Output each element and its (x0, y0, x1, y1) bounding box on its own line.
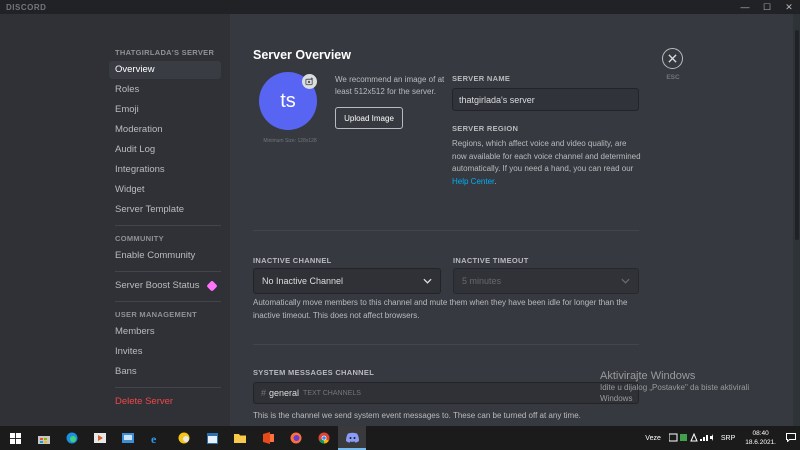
system-channel-category: TEXT CHANNELS (303, 389, 361, 397)
system-channel-help: This is the channel we send system event… (253, 411, 581, 420)
calendar-icon[interactable] (198, 426, 226, 450)
close-icon (668, 54, 677, 63)
weather-icon[interactable] (170, 426, 198, 450)
notification-icon[interactable] (786, 432, 796, 444)
close-settings-button[interactable] (662, 48, 683, 69)
server-name-input[interactable]: thatgirlada's server (452, 88, 639, 111)
sidebar-header-community: COMMUNITY (115, 234, 164, 243)
inactive-channel-label: INACTIVE CHANNEL (253, 256, 332, 265)
minimize-button[interactable]: — (734, 0, 756, 14)
taskbar: e Veze SRP 08:40 18.6.2021. (0, 426, 800, 450)
tray-icons[interactable] (668, 432, 713, 444)
hash-icon: # (261, 388, 267, 398)
inactive-timeout-label: INACTIVE TIMEOUT (453, 256, 529, 265)
chevron-down-icon (423, 278, 432, 284)
sidebar-item-members[interactable]: Members (109, 323, 221, 341)
inactive-channel-select[interactable]: No Inactive Channel (253, 268, 441, 294)
start-button[interactable] (0, 426, 30, 450)
region-description: Regions, which affect voice and video qu… (452, 139, 641, 173)
title-bar: DISCORD — ☐ ✕ (0, 0, 800, 14)
svg-text:e: e (151, 432, 157, 444)
system-channel-select[interactable]: # general TEXT CHANNELS (253, 382, 639, 404)
media-player-icon[interactable] (86, 426, 114, 450)
minimum-size-note: Minimum Size: 128x128 (263, 138, 317, 144)
sidebar-item-overview[interactable]: Overview (109, 61, 221, 79)
sidebar-item-delete-server[interactable]: Delete Server (109, 393, 221, 411)
sidebar-item-enable-community[interactable]: Enable Community (109, 247, 221, 265)
chevron-down-icon (621, 278, 630, 284)
watermark-title: Aktivirajte Windows (600, 370, 696, 382)
help-center-suffix: . (494, 176, 497, 186)
app-title: DISCORD (6, 2, 47, 12)
sidebar-header-server: THATGIRLADA'S SERVER (115, 48, 215, 57)
chrome-icon[interactable] (310, 426, 338, 450)
watermark-text: Idite u dijalog „Postavke" da biste akti… (600, 383, 750, 403)
internet-explorer-icon[interactable]: e (142, 426, 170, 450)
windows-activation-watermark: Aktivirajte Windows Idite u dijalog „Pos… (600, 370, 780, 404)
network-label[interactable]: Veze (645, 435, 661, 442)
sidebar-item-bans[interactable]: Bans (109, 363, 221, 381)
sidebar-item-server-boost-status[interactable]: Server Boost Status (109, 277, 221, 295)
sidebar-item-roles[interactable]: Roles (109, 81, 221, 99)
sidebar-item-integrations[interactable]: Integrations (109, 161, 221, 179)
sidebar-item-audit-log[interactable]: Audit Log (109, 141, 221, 159)
clock-time: 08:40 (752, 430, 769, 437)
close-window-button[interactable]: ✕ (778, 0, 800, 14)
settings-sidebar: THATGIRLADA'S SERVER Overview Roles Emoj… (0, 14, 230, 426)
firefox-icon[interactable] (282, 426, 310, 450)
scrollbar-thumb[interactable] (795, 30, 799, 240)
sidebar-item-server-template[interactable]: Server Template (109, 201, 221, 219)
window-controls: — ☐ ✕ (734, 0, 800, 14)
section-divider (253, 344, 639, 345)
discord-taskbar-icon[interactable] (338, 426, 366, 450)
sidebar-header-user-management: USER MANAGEMENT (115, 310, 198, 319)
sidebar-item-emoji[interactable]: Emoji (109, 101, 221, 119)
sidebar-divider (115, 271, 221, 272)
server-region-text: Regions, which affect voice and video qu… (452, 138, 642, 188)
tray-app-icon (668, 432, 713, 441)
inactive-channel-value: No Inactive Channel (262, 276, 344, 286)
settings-content: Server Overview ts Minimum Size: 128x128… (230, 14, 800, 426)
server-region-label: SERVER REGION (452, 124, 519, 133)
esc-label: ESC (666, 74, 680, 81)
upload-image-button[interactable]: Upload Image (335, 107, 403, 129)
sidebar-item-label: Server Boost Status (115, 280, 200, 291)
boost-gem-icon (206, 280, 218, 292)
sidebar-divider (115, 387, 221, 388)
sidebar-item-invites[interactable]: Invites (109, 343, 221, 361)
avatar-initials: ts (280, 89, 296, 112)
server-name-label: SERVER NAME (452, 74, 511, 83)
inactive-timeout-value: 5 minutes (462, 276, 502, 286)
system-tray: Veze SRP 08:40 18.6.2021. (641, 426, 800, 450)
windows-icon (9, 432, 21, 444)
edge-icon[interactable] (58, 426, 86, 450)
inactive-channel-help: Automatically move members to this chann… (253, 298, 628, 320)
system-channel-label: SYSTEM MESSAGES CHANNEL (253, 368, 375, 377)
file-explorer-icon[interactable] (226, 426, 254, 450)
clock[interactable]: 08:40 18.6.2021. (745, 429, 776, 447)
page-title: Server Overview (253, 48, 351, 62)
control-panel-icon[interactable] (114, 426, 142, 450)
upload-hint: We recommend an image of at least 512x51… (335, 75, 445, 96)
system-channel-value: general (269, 388, 300, 398)
clock-date: 18.6.2021. (745, 439, 776, 446)
maximize-button[interactable]: ☐ (756, 0, 778, 14)
office-icon[interactable] (254, 426, 282, 450)
sidebar-divider (115, 301, 221, 302)
inactive-timeout-select[interactable]: 5 minutes (453, 268, 639, 294)
image-upload-icon[interactable] (302, 74, 317, 89)
language-indicator[interactable]: SRP (721, 435, 735, 442)
sidebar-item-widget[interactable]: Widget (109, 181, 221, 199)
section-divider (253, 230, 639, 231)
store-icon[interactable] (30, 426, 58, 450)
help-center-link[interactable]: Help Center (452, 177, 494, 186)
sidebar-item-moderation[interactable]: Moderation (109, 121, 221, 139)
sidebar-divider (115, 225, 221, 226)
